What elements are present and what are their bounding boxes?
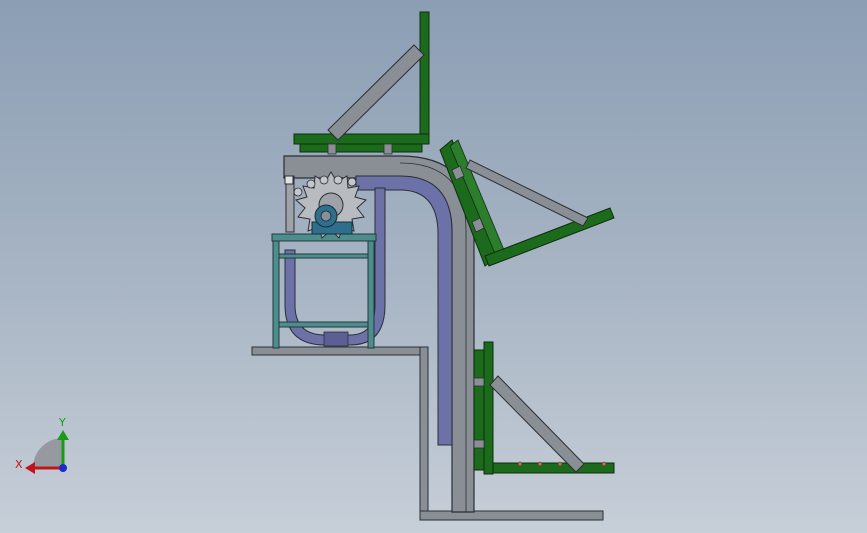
- tilted-arm-channel: [484, 207, 615, 267]
- outlet-vertical-inner: [473, 349, 485, 471]
- assembly-drawing[interactable]: Y X: [0, 0, 867, 533]
- outlet-vertical-channel: [483, 341, 494, 475]
- stand-upper-rail: [278, 253, 369, 259]
- motor-mount-cap: [284, 175, 294, 185]
- stand-right-leg: [367, 240, 375, 349]
- inlet-clamp-right: [383, 143, 393, 155]
- triad-sphere-quadrant: [33, 438, 63, 468]
- step-vertical-plate: [419, 346, 429, 520]
- drive-sprocket: [284, 171, 368, 239]
- z-axis-origin-icon: [59, 464, 67, 472]
- outlet-clamp-bottom: [473, 439, 485, 449]
- inlet-horizontal-channel: [293, 133, 430, 145]
- x-axis-label: X: [15, 458, 23, 471]
- inlet-clamp-left: [327, 143, 337, 155]
- bottom-base-plate: [419, 510, 604, 521]
- upper-inlet-bracket: [293, 11, 430, 155]
- x-axis-arrowhead-icon: [25, 462, 35, 474]
- cad-viewport[interactable]: Y X: [0, 0, 867, 533]
- y-axis-arrowhead-icon: [57, 430, 69, 440]
- y-axis-label: Y: [58, 416, 66, 429]
- stand-mid-rail: [278, 321, 369, 328]
- outlet-horizontal-channel: [492, 462, 615, 474]
- bearing-bore: [320, 210, 332, 222]
- conveyor-joint: [323, 331, 349, 347]
- outlet-diagonal-brace: [489, 375, 585, 473]
- inlet-vertical-channel: [419, 11, 430, 145]
- lower-outlet-bracket: [473, 341, 615, 475]
- inlet-diagonal-brace: [327, 44, 425, 141]
- outlet-clamp-top: [473, 377, 485, 387]
- stand-left-leg: [272, 240, 280, 349]
- inlet-bottom-channel: [299, 143, 423, 153]
- coordinate-triad[interactable]: Y X: [15, 416, 69, 474]
